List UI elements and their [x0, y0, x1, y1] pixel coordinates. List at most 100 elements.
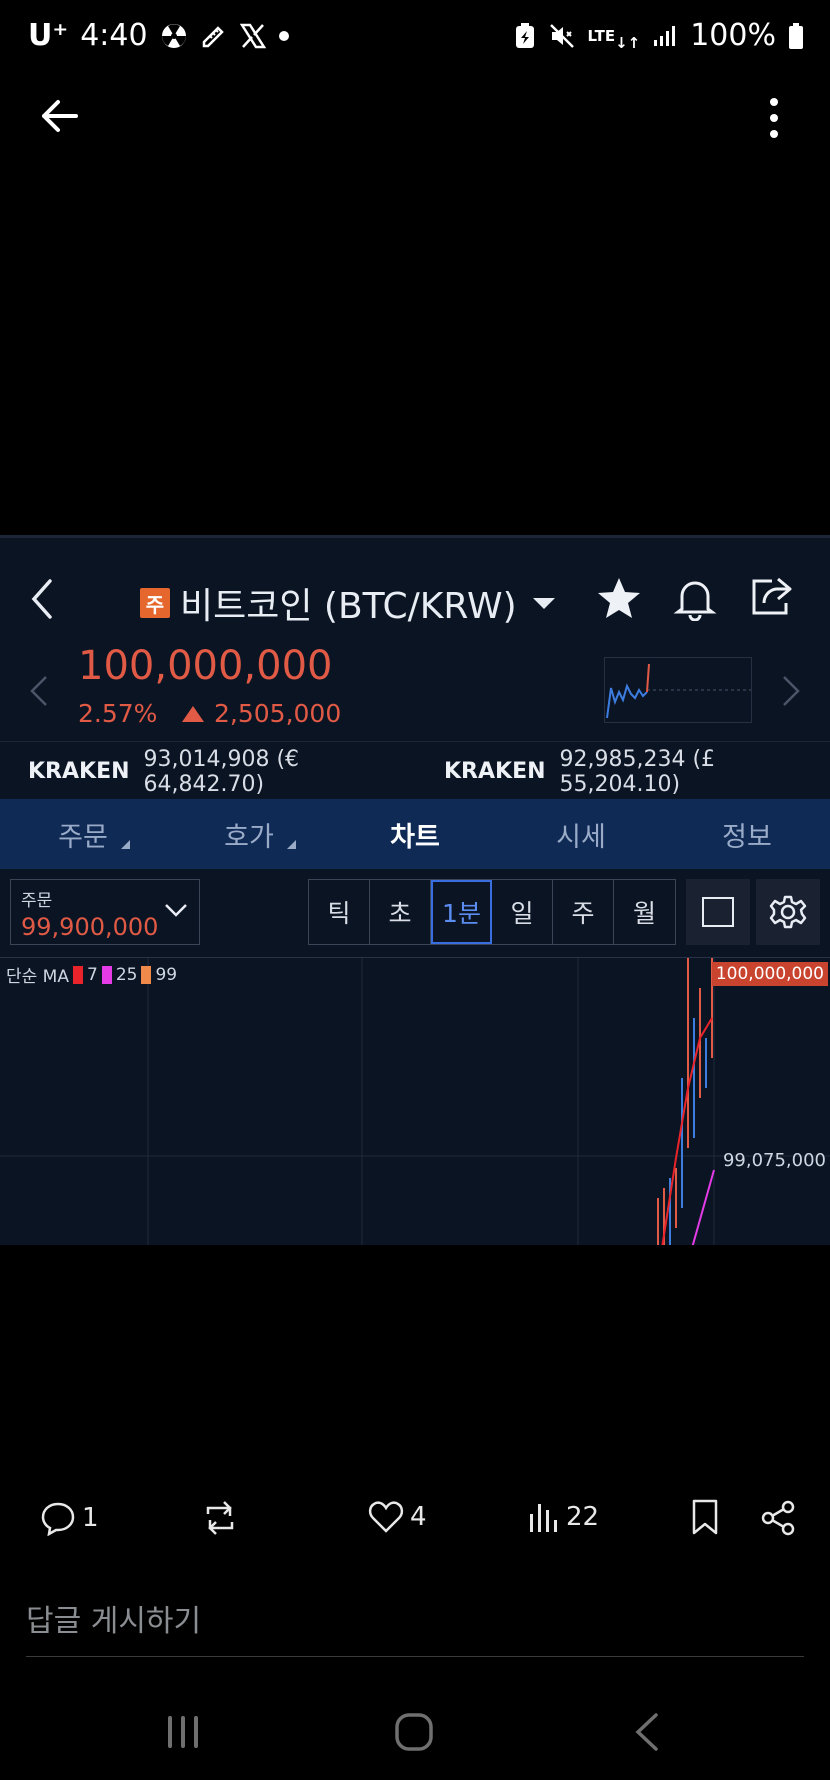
- ma-swatch: [101, 965, 112, 984]
- recent-apps-icon: [168, 1716, 198, 1748]
- reply-icon: [41, 1502, 75, 1536]
- kraken-ticker-row: KRAKEN 93,014,908 (€ 64,842.70) KRAKEN 9…: [0, 741, 830, 801]
- coin-title: 주 비트코인 (BTC/KRW): [140, 577, 555, 629]
- radiation-icon: [160, 22, 188, 50]
- system-navigation-bar: [0, 1700, 830, 1766]
- share-icon: [761, 1500, 795, 1536]
- kraken-ticker-eur: KRAKEN 93,014,908 (€ 64,842.70): [28, 747, 414, 797]
- reply-input[interactable]: 답글 게시하기: [26, 1596, 201, 1640]
- tab-orderbook: 호가: [166, 799, 332, 869]
- interval-1min: 1분: [431, 880, 492, 944]
- battery-percent: 100%: [690, 18, 776, 53]
- exchange-name: KRAKEN: [444, 759, 546, 784]
- more-options-button[interactable]: [764, 94, 784, 142]
- chevron-right-icon: [780, 673, 802, 709]
- change-amount: 2,505,000: [182, 699, 341, 728]
- share-button[interactable]: [760, 1500, 796, 1536]
- tab-chart: 차트: [390, 821, 440, 853]
- bookmark-icon: [692, 1499, 718, 1535]
- home-button[interactable]: [394, 1712, 434, 1756]
- lte-icon: LTE ↓↑: [587, 26, 641, 52]
- status-bar: U⁺ 4:40 LTE ↓↑ 100%: [0, 0, 830, 72]
- chevron-down-icon: [163, 900, 189, 920]
- change-amount-value: 2,505,000: [214, 699, 342, 728]
- ma-label: 99: [155, 964, 178, 985]
- chart-settings-button: [756, 879, 820, 945]
- legend-prefix: 단순 MA: [6, 967, 69, 987]
- repost-button[interactable]: [200, 1500, 240, 1536]
- like-button[interactable]: 4: [368, 1500, 427, 1534]
- recent-apps-button[interactable]: [166, 1714, 202, 1754]
- back-button[interactable]: [36, 92, 84, 140]
- interval-month: 월: [632, 899, 656, 928]
- bookmark-button[interactable]: [690, 1498, 720, 1536]
- star-icon: [596, 575, 642, 621]
- like-count: 4: [410, 1502, 427, 1532]
- order-price-select: 주문 99,900,000: [10, 879, 200, 945]
- heart-icon: [368, 1501, 404, 1533]
- x-logo-icon: [239, 23, 266, 49]
- reply-input-underline: [26, 1656, 804, 1657]
- carrier-label: U⁺: [28, 18, 69, 53]
- ma-label: 25: [115, 964, 138, 985]
- tab-info: 정보: [722, 821, 772, 853]
- interval-day: 일: [492, 880, 553, 944]
- mini-chart: [604, 657, 752, 723]
- post-image[interactable]: 주 비트코인 (BTC/KRW) 100,000,000 2.57% 2,505…: [0, 535, 830, 1245]
- home-icon: [395, 1713, 433, 1751]
- views-icon: [530, 1504, 557, 1532]
- exchange-name: KRAKEN: [28, 759, 130, 784]
- triangle-up-icon: [182, 705, 204, 722]
- coin-name: 비트코인 (BTC/KRW): [180, 586, 517, 627]
- post-actions: 1 4 22: [0, 1490, 830, 1550]
- mute-icon: [548, 22, 576, 50]
- ma-swatch: [141, 965, 152, 984]
- dropdown-caret-icon: [532, 597, 555, 609]
- more-vertical-icon: [770, 98, 778, 138]
- coin-header: 주 비트코인 (BTC/KRW): [0, 563, 830, 633]
- views-button[interactable]: 22: [528, 1500, 599, 1534]
- chevron-left-icon: [28, 673, 50, 709]
- ma-label: 7: [86, 964, 98, 985]
- battery-saver-icon: [514, 22, 536, 50]
- battery-icon: [788, 22, 804, 50]
- interval-selector: 틱 초 1분 일 주 월: [308, 879, 676, 945]
- fullscreen-button: [686, 879, 750, 945]
- notification-dot-icon: [278, 30, 290, 42]
- gear-icon: [769, 895, 807, 929]
- square-icon: [702, 897, 734, 927]
- interval-tick: 틱: [309, 880, 370, 944]
- system-back-button[interactable]: [632, 1712, 662, 1756]
- price-chart: 단순 MA 7 25 99 100,000,000 99,075,000: [0, 957, 830, 1245]
- chevron-left-icon: [31, 579, 52, 619]
- clock: 4:40: [80, 18, 148, 53]
- chart-controls: 주문 99,900,000 틱 초 1분 일 주 월: [0, 879, 830, 949]
- interval-second: 초: [370, 880, 431, 944]
- kraken-ticker-gbp: KRAKEN 92,985,234 (£ 55,204.10): [444, 747, 830, 797]
- chart-canvas: [0, 958, 830, 1245]
- exchange-value: 92,985,234 (£ 55,204.10): [559, 746, 716, 797]
- share-icon: [748, 573, 794, 619]
- chevron-left-icon: [635, 1713, 658, 1751]
- views-count: 22: [566, 1502, 600, 1532]
- repost-icon: [206, 1501, 234, 1535]
- bell-icon: [672, 575, 718, 622]
- interval-week: 주: [553, 880, 614, 944]
- ma-swatch: [72, 965, 83, 984]
- coin-badge: 주: [140, 588, 170, 618]
- y-axis-label: 99,075,000: [722, 1150, 826, 1171]
- coin-tabs: 주문 호가 차트 시세 정보: [0, 799, 830, 869]
- reply-count: 1: [82, 1503, 99, 1533]
- arrow-left-icon: [42, 100, 78, 132]
- tab-order: 주문: [0, 799, 166, 869]
- tab-quotes: 시세: [556, 821, 606, 853]
- coin-back-button: [26, 577, 58, 621]
- current-price: 100,000,000: [78, 643, 333, 689]
- change-percent: 2.57%: [78, 699, 158, 728]
- divider: [0, 535, 830, 538]
- reply-button[interactable]: 1: [40, 1500, 99, 1536]
- exchange-value: 93,014,908 (€ 64,842.70): [143, 746, 300, 797]
- current-price-tag: 100,000,000: [711, 962, 828, 986]
- signal-icon: [652, 24, 678, 48]
- pencil-ruler-icon: [200, 22, 228, 50]
